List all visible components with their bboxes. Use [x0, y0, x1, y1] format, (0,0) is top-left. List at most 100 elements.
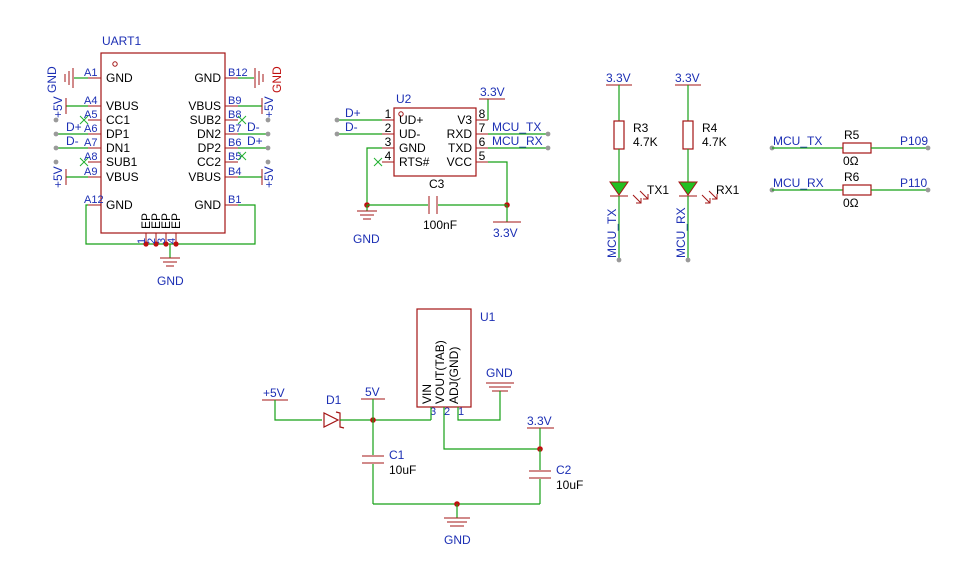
resistor-value: 4.7K: [702, 135, 727, 149]
resistor-net-in: MCU_RX: [773, 176, 824, 190]
uart1-b6-net: D+: [247, 134, 263, 148]
led-supply-label: 3.3V: [675, 71, 700, 85]
uart1-right-pins: B12GNDB9VBUSB8SUB2B7DN2B6DP2B5CC2B4VBUSB…: [188, 67, 247, 212]
u2-pin-num: 3: [385, 135, 392, 149]
uart1-pin-num: B12: [228, 67, 248, 79]
uart1-pin-num: B7: [228, 123, 241, 135]
uart1-pin-num: B8: [228, 109, 241, 121]
emission-arrows: [701, 190, 718, 204]
u2-pin-name: UD+: [399, 113, 423, 127]
led-circuit-tx1[interactable]: 3.3V R34.7K TX1 MCU_TX: [605, 71, 669, 263]
c2-ref: C2: [556, 463, 572, 477]
resistor-value: 4.7K: [633, 135, 658, 149]
uart1-left-pins: A1 GNDA4 VBUSA5 CC1A6 DP1A7 DN1A8 SUB1A9 VBUSA1…: [84, 67, 139, 212]
u2-pin-name: RXD: [447, 127, 473, 141]
uart1-b12-net: GND: [270, 66, 284, 93]
uart1-pin-num: A1: [84, 67, 97, 79]
c3-ref: C3: [429, 177, 445, 191]
u2-pin-name: TXD: [448, 141, 472, 155]
led-net-label: MCU_TX: [605, 209, 619, 258]
u2-right-pins: 8 V3 7 RXD 6 TXD 5 VCC: [447, 107, 488, 169]
emission-arrows: [632, 190, 649, 204]
led-net-label: MCU_RX: [674, 207, 688, 258]
led-supply-label: 3.3V: [606, 71, 631, 85]
resistor-body: [842, 184, 872, 196]
u1-pin2-num: 2: [444, 406, 450, 418]
u2-left-pins: 1 UD+ 2 UD- 3 GND 4 RTS#: [382, 107, 430, 169]
resistor-r5[interactable]: MCU_TX R5 0Ω P109: [769, 128, 931, 168]
u2-nets: D+ D- GND 3.3V MCU_TX MCU_RX 3.3V C3 100…: [334, 85, 551, 246]
u2-pin-num: 7: [479, 121, 486, 135]
uart1-pin-name: DN2: [197, 127, 221, 141]
u2-rts-nc: [373, 157, 383, 167]
uart1-pin-num: A4: [84, 95, 97, 107]
resistor-ref: R4: [702, 121, 718, 135]
uart1-pin-name: VBUS: [106, 99, 139, 113]
c3-value: 100nF: [423, 218, 457, 232]
uart1-pin-num: A7: [84, 137, 97, 149]
uart1-pin-name: GND: [194, 71, 221, 85]
uart1-ep-name: EP: [169, 213, 183, 229]
reg-node-label: 5V: [365, 385, 380, 399]
uart1-bottom-pins: EP1EP2EP3EP4: [136, 213, 183, 244]
led-icon: [609, 181, 629, 196]
u2-rxd-net: MCU_TX: [492, 120, 541, 134]
u2-pin-num: 1: [385, 107, 392, 121]
uart1-left-nets: GND +5V +5V D+ D-: [45, 66, 89, 188]
u2-txd-net: MCU_RX: [492, 134, 543, 148]
resistor-ref: R6: [844, 170, 860, 184]
u1-pin1-name: ADJ(GND): [447, 347, 461, 404]
u2-dminus-net: D-: [345, 120, 358, 134]
uart1-pin-name: GND: [194, 198, 221, 212]
resistor-value: 0Ω: [843, 196, 859, 210]
u2-v3-net: 3.3V: [480, 85, 505, 99]
uart1-pin-name: SUB2: [190, 113, 222, 127]
uart1-a9-net: +5V: [51, 166, 65, 188]
u1-pin1-num: 1: [458, 406, 464, 418]
u1-pin2-name: VOUT(TAB): [433, 340, 447, 404]
resistor-r6[interactable]: MCU_RX R6 0Ω P110: [769, 170, 931, 210]
uart1-pin-name: DN1: [106, 141, 130, 155]
uart1-pin-name: SUB1: [106, 155, 138, 169]
u2-pin-name: RTS#: [399, 155, 430, 169]
uart1-pin-name: DP2: [198, 141, 222, 155]
u2-pin-num: 4: [385, 149, 392, 163]
uart1-pin-num: A8: [84, 151, 97, 163]
u2-pin-num: 2: [385, 121, 392, 135]
u2-ref: U2: [396, 92, 412, 106]
uart1-pin-name: VBUS: [188, 99, 221, 113]
u2-pin-num: 6: [479, 135, 486, 149]
uart1-pin-num: B1: [228, 194, 241, 206]
u2-pin-num: 5: [479, 149, 486, 163]
zero-ohm-resistors: MCU_TX R5 0Ω P109 MCU_RX R6 0Ω P110: [769, 128, 931, 210]
uart1-pin-name: CC1: [106, 113, 130, 127]
uart1-b4-net: +5V: [262, 166, 276, 188]
uart1-a6-net: D+: [66, 120, 82, 134]
resistor-body: [682, 120, 694, 150]
u1-ref: U1: [480, 310, 496, 324]
uart1-b9-net: +5V: [262, 96, 276, 118]
uart1-pin-name: GND: [106, 198, 133, 212]
resistor-body: [842, 142, 872, 154]
led-indicators: 3.3VR34.7KTX1MCU_TX3.3VR44.7KRX1MCU_RX: [605, 71, 740, 263]
uart1-pin-num: A9: [84, 166, 97, 178]
uart1-pin-name: DP1: [106, 127, 130, 141]
resistor-net-out: P110: [900, 176, 927, 190]
reg-out-label: 3.3V: [527, 414, 552, 428]
uart1-pin-num: B6: [228, 137, 241, 149]
uart1-gnd-label: GND: [157, 274, 184, 288]
u2-gnd-label: GND: [353, 232, 380, 246]
led-ref: RX1: [716, 183, 740, 197]
uart1-pin-num: B9: [228, 95, 241, 107]
c1-value: 10uF: [389, 463, 416, 477]
u2-pin-name: V3: [457, 113, 472, 127]
led-ref: TX1: [647, 183, 669, 197]
uart1-a1-net: GND: [45, 66, 59, 93]
led-circuit-rx1[interactable]: 3.3V R44.7K RX1 MCU_RX: [674, 71, 740, 263]
u1-regulator[interactable]: U1 VIN VOUT(TAB) ADJ(GND) 3 2 1: [416, 308, 496, 418]
uart1-a7-net: D-: [66, 134, 79, 148]
d1-symbol: [323, 412, 340, 428]
uart1-pin-num: A5: [84, 109, 97, 121]
u2-vcc-label: 3.3V: [493, 226, 518, 240]
d1-ref: D1: [326, 393, 342, 407]
